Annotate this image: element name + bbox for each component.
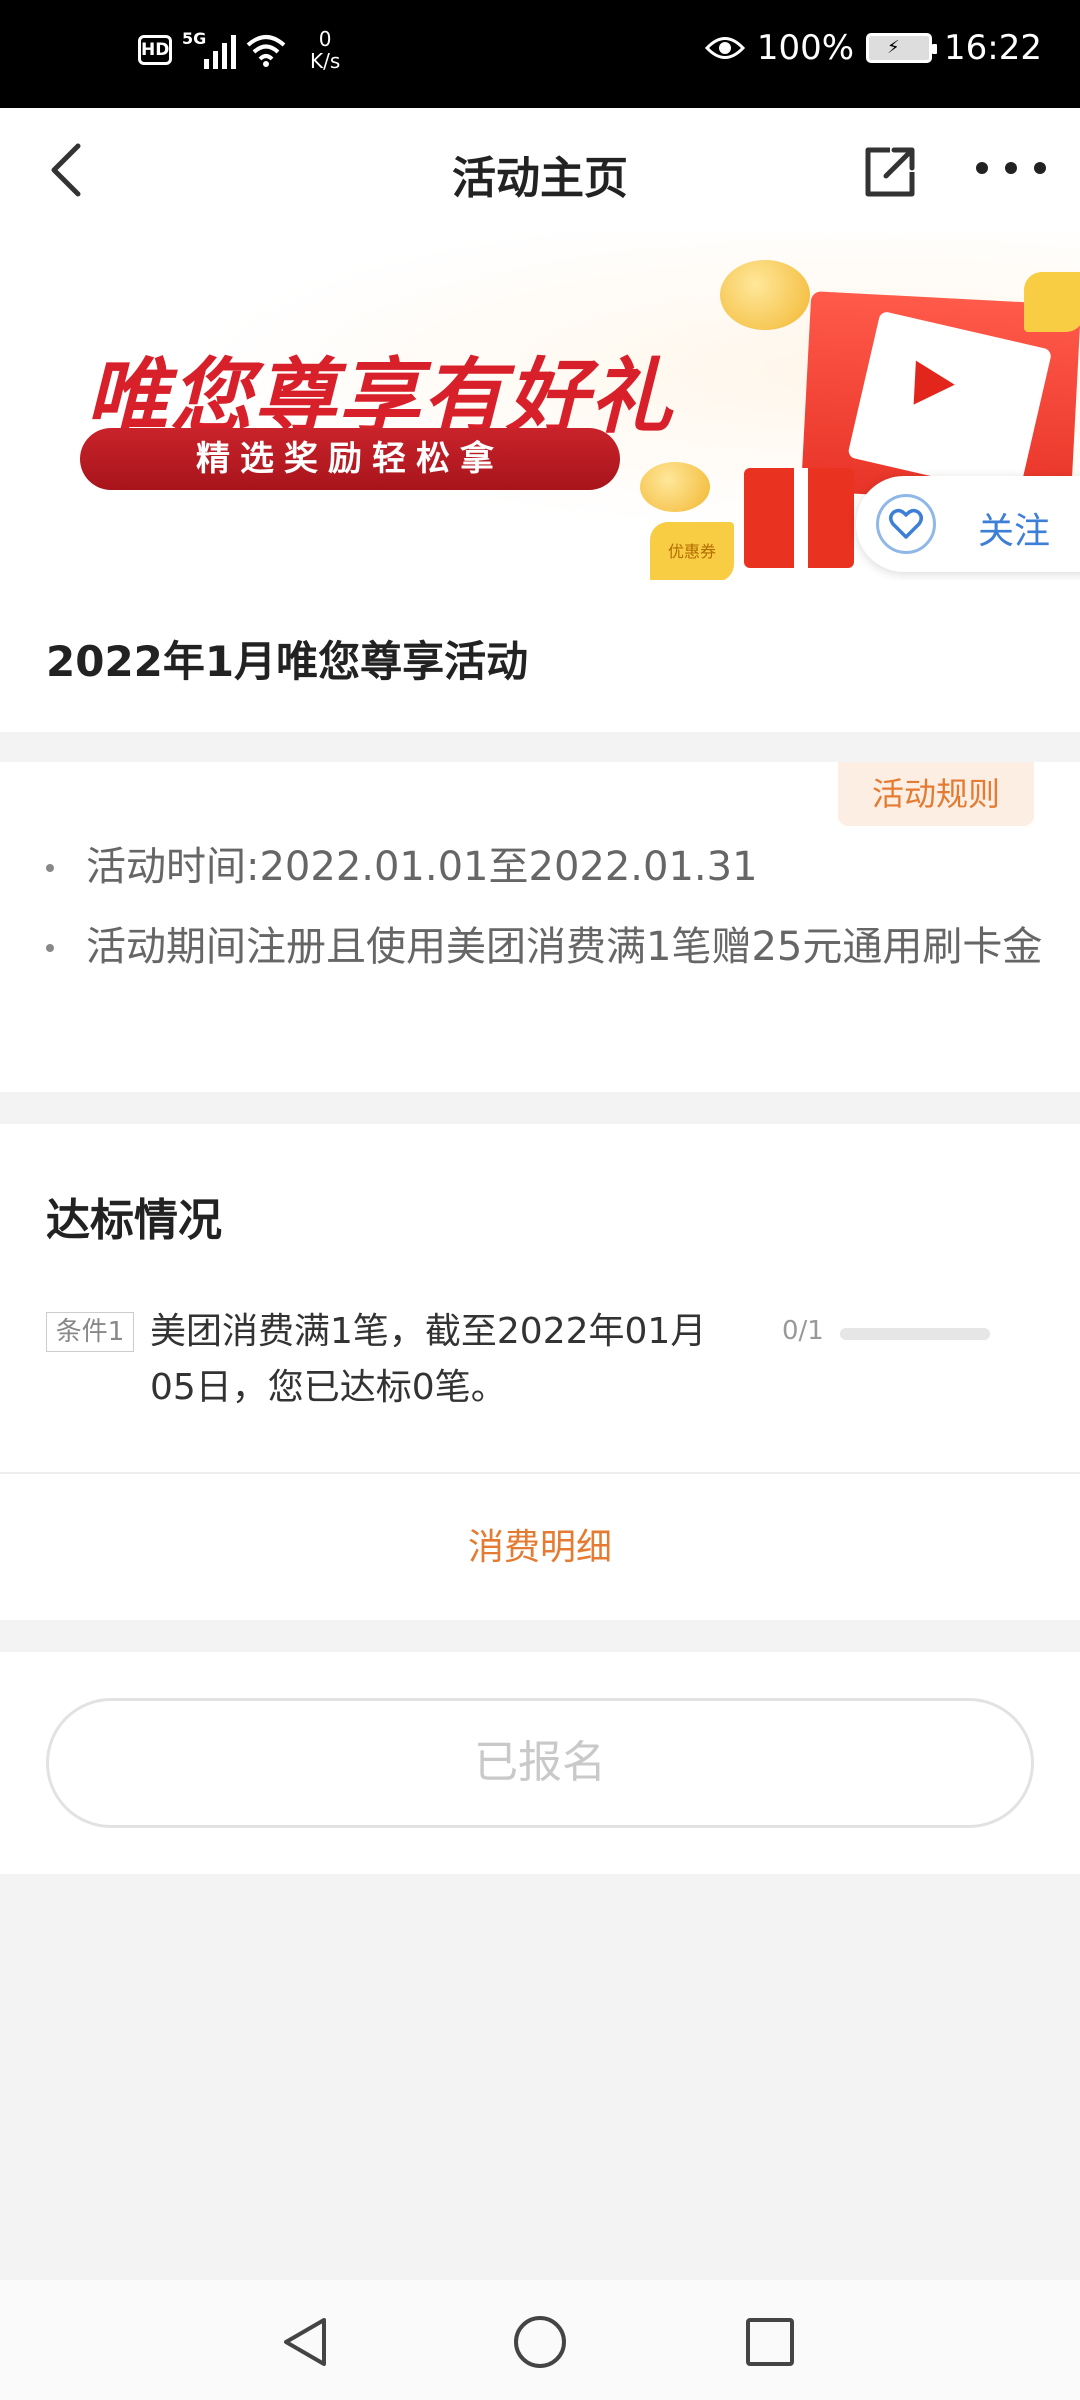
coupon-graphic: 优惠券 xyxy=(650,522,734,580)
follow-button[interactable]: 关注 xyxy=(856,476,1080,572)
condition-progress-bar xyxy=(840,1328,990,1340)
nav-back-icon[interactable] xyxy=(280,2314,330,2370)
condition-count: 0/1 xyxy=(782,1316,824,1346)
speed-unit: K/s xyxy=(310,49,341,73)
gift-box-graphic xyxy=(744,468,854,568)
registered-button[interactable]: 已报名 xyxy=(46,1698,1034,1828)
more-options-icon[interactable] xyxy=(976,138,1046,198)
rules-section: 活动规则 活动时间:2022.01.01至2022.01.31 活动期间注册且使… xyxy=(0,762,1080,1092)
battery-icon: ⚡ xyxy=(866,33,938,63)
rule-text: 活动期间注册且使用美团消费满1笔赠25元通用刷卡金 xyxy=(86,924,1043,970)
progress-heading: 达标情况 xyxy=(46,1195,222,1246)
banner-subtitle: 精选奖励轻松拿 xyxy=(80,428,620,490)
speed-value: 0 xyxy=(318,27,332,51)
coupon-graphic xyxy=(1024,272,1080,332)
activity-rules-button[interactable]: 活动规则 xyxy=(838,762,1034,826)
heart-icon xyxy=(876,494,936,554)
promo-banner: 优惠券 唯您尊享有好礼 精选奖励轻松拿 关注 xyxy=(0,232,1080,580)
spending-detail-link[interactable]: 消费明细 xyxy=(0,1518,1080,1570)
nav-home-icon[interactable] xyxy=(514,2316,566,2368)
progress-section: 达标情况 条件1 美团消费满1笔，截至2022年01月05日，您已达标0笔。 0… xyxy=(0,1124,1080,1620)
network-type: 5G xyxy=(182,29,207,48)
eye-icon xyxy=(704,37,745,59)
battery-percent: 100% xyxy=(756,28,855,68)
condition-tag: 条件1 xyxy=(46,1312,134,1352)
condition-text: 美团消费满1笔，截至2022年01月05日，您已达标0笔。 xyxy=(150,1311,707,1408)
hd-badge: HD xyxy=(138,35,172,65)
action-section: 已报名 xyxy=(0,1652,1080,1874)
activity-title-section: 2022年1月唯您尊享活动 xyxy=(0,580,1080,732)
follow-label: 关注 xyxy=(978,511,1051,552)
activity-title: 2022年1月唯您尊享活动 xyxy=(46,637,529,686)
app-header: 活动主页 xyxy=(0,108,1080,232)
divider xyxy=(0,1472,1080,1474)
signal-icon: 5G xyxy=(182,29,236,69)
coin-decoration xyxy=(640,462,710,512)
system-nav-bar xyxy=(0,2280,1080,2400)
coin-decoration xyxy=(720,260,810,330)
wifi-icon xyxy=(246,35,286,67)
share-icon[interactable] xyxy=(860,142,920,202)
nav-recent-apps-icon[interactable] xyxy=(746,2318,794,2366)
status-left: HD 5G 0 K/s xyxy=(138,28,340,72)
status-bar: HD 5G 0 K/s 100% ⚡ 16:22 xyxy=(0,0,1080,108)
status-right: 100% ⚡ 16:22 xyxy=(704,28,1042,68)
network-speed: 0 K/s xyxy=(310,28,340,72)
clock: 16:22 xyxy=(944,28,1042,68)
rule-text: 活动时间:2022.01.01至2022.01.31 xyxy=(86,844,758,890)
